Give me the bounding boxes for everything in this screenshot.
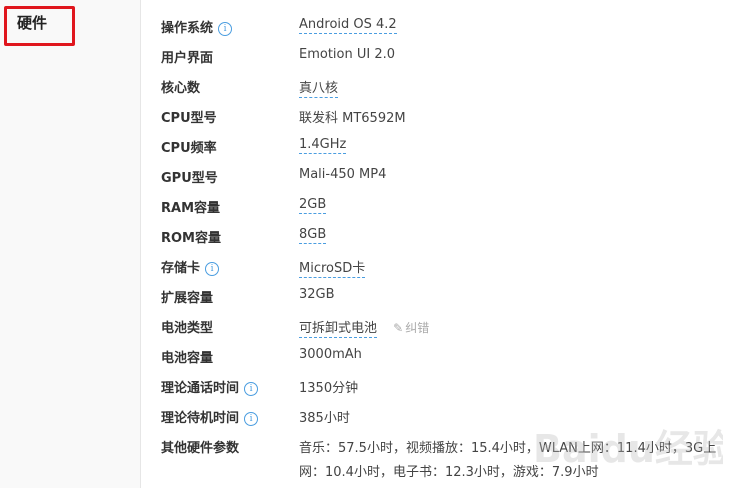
spec-label: GPU型号	[161, 171, 218, 186]
spec-label: 电池容量	[161, 351, 214, 366]
spec-label: 其他硬件参数	[161, 441, 240, 456]
spec-list: 操作系统 i Android OS 4.2 用户界面 Emotion UI 2.0…	[161, 12, 745, 480]
highlight-box	[4, 6, 75, 46]
spec-label: CPU型号	[161, 111, 217, 126]
info-icon[interactable]: i	[205, 262, 220, 276]
info-icon[interactable]: i	[244, 382, 259, 396]
spec-label: CPU频率	[161, 141, 217, 156]
spec-row-talk-time: 理论通话时间 i 1350分钟	[161, 372, 745, 402]
spec-row-gpu: GPU型号 Mali-450 MP4	[161, 162, 745, 192]
info-icon[interactable]: i	[244, 412, 259, 426]
spec-row-expansion: 扩展容量 32GB	[161, 282, 745, 312]
spec-value[interactable]: 8GB	[299, 227, 327, 244]
spec-row-battery-type: 电池类型 可拆卸式电池 ✎ 纠错	[161, 312, 745, 342]
spec-value[interactable]: 真八核	[299, 77, 339, 98]
spec-row-cores: 核心数 真八核	[161, 72, 745, 102]
spec-row-rom: ROM容量 8GB	[161, 222, 745, 252]
correct-button[interactable]: ✎ 纠错	[393, 319, 429, 336]
spec-value: 32GB	[299, 287, 335, 302]
spec-row-standby-time: 理论待机时间 i 385小时	[161, 402, 745, 432]
spec-value: 1350分钟	[299, 381, 359, 396]
correct-label: 纠错	[405, 321, 430, 335]
spec-label: 存储卡	[161, 261, 201, 276]
spec-row-cpu-model: CPU型号 联发科 MT6592M	[161, 102, 745, 132]
spec-value: 音乐：57.5小时，视频播放：15.4小时，WLAN上网：11.4小时，3G上网…	[299, 441, 717, 480]
spec-label: 核心数	[161, 81, 201, 96]
spec-label: RAM容量	[161, 201, 221, 216]
spec-row-ui: 用户界面 Emotion UI 2.0	[161, 42, 745, 72]
spec-row-other: 其他硬件参数 音乐：57.5小时，视频播放：15.4小时，WLAN上网：11.4…	[161, 432, 745, 480]
section-sidebar	[0, 0, 141, 488]
spec-value[interactable]: 可拆卸式电池	[299, 321, 378, 338]
spec-label: 操作系统	[161, 21, 214, 36]
spec-value: Emotion UI 2.0	[299, 47, 396, 62]
spec-value[interactable]: Android OS 4.2	[299, 17, 397, 34]
spec-label: 扩展容量	[161, 291, 214, 306]
spec-row-os: 操作系统 i Android OS 4.2	[161, 12, 745, 42]
spec-value: 385小时	[299, 411, 350, 426]
edit-icon: ✎	[393, 321, 404, 335]
spec-row-cpu-freq: CPU频率 1.4GHz	[161, 132, 745, 162]
spec-value[interactable]: 1.4GHz	[299, 137, 347, 154]
spec-row-storage-card: 存储卡 i MicroSD卡	[161, 252, 745, 282]
spec-value[interactable]: 2GB	[299, 197, 327, 214]
spec-label: 电池类型	[161, 321, 214, 336]
spec-label: 用户界面	[161, 51, 214, 66]
info-icon[interactable]: i	[218, 22, 233, 36]
spec-value: 联发科 MT6592M	[299, 111, 406, 126]
spec-label: ROM容量	[161, 231, 221, 246]
spec-value[interactable]: MicroSD卡	[299, 257, 366, 278]
spec-value: 3000mAh	[299, 347, 362, 362]
spec-row-ram: RAM容量 2GB	[161, 192, 745, 222]
spec-label: 理论通话时间	[161, 381, 240, 396]
spec-row-battery-capacity: 电池容量 3000mAh	[161, 342, 745, 372]
spec-value: Mali-450 MP4	[299, 167, 387, 182]
spec-label: 理论待机时间	[161, 411, 240, 426]
